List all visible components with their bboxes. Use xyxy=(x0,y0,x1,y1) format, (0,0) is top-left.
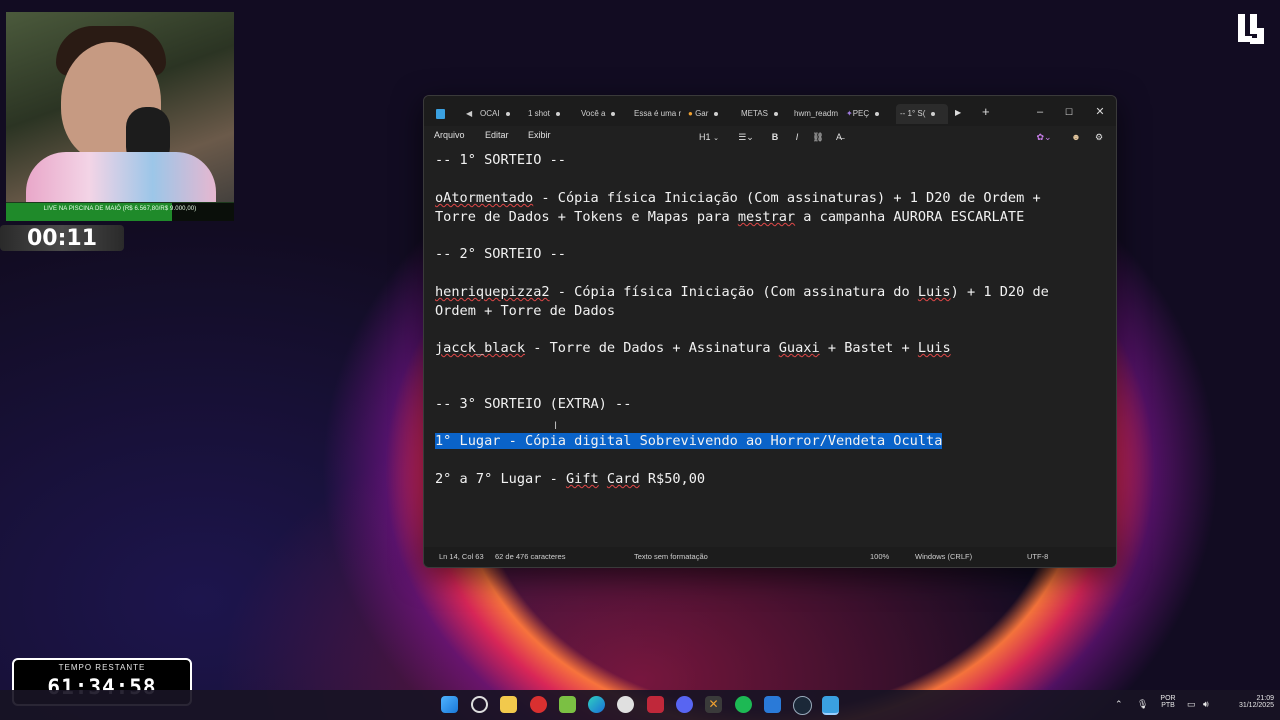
tab-1[interactable]: OCAI xyxy=(480,104,512,124)
tab-active[interactable]: -- 1° S( xyxy=(896,104,948,124)
stream-timer-value: 00:11 xyxy=(26,226,98,251)
discord-icon[interactable] xyxy=(676,696,693,713)
menu-arquivo[interactable]: Arquivo xyxy=(434,130,465,140)
chevron-up-icon[interactable]: ⌃ xyxy=(1115,699,1123,710)
tool-app-icon[interactable]: ✕ xyxy=(705,696,722,713)
heading-dropdown[interactable]: H1 ⌄ xyxy=(696,129,722,145)
microphone-icon[interactable]: 🎙︎ xyxy=(1137,699,1148,710)
list-dropdown-icon[interactable]: ☰⌄ xyxy=(734,129,758,145)
status-bar: Ln 14, Col 63 62 de 476 caracteres Texto… xyxy=(424,547,1116,567)
char-count: 62 de 476 caracteres xyxy=(495,552,566,561)
sync-icon[interactable] xyxy=(471,696,488,713)
taskbar: ✕ ⌃ 🎙︎ POR PTB ▭ 🔊︎ 21:09 31/12/2025 xyxy=(0,690,1280,720)
editor-line: -- 2° SORTEIO -- xyxy=(435,246,566,262)
notepad-taskbar-icon[interactable] xyxy=(822,696,839,715)
menu-bar: Arquivo Editar Exibir H1 ⌄ ☰⌄ B I ⛓ A̶ ✿… xyxy=(424,126,1116,148)
format-mode[interactable]: Texto sem formatação xyxy=(634,552,708,561)
editor-line: -- 3° SORTEIO (EXTRA) -- xyxy=(435,396,632,412)
settings-gear-icon[interactable]: ⚙ xyxy=(1092,129,1106,145)
encoding[interactable]: UTF-8 xyxy=(1027,552,1048,561)
new-tab-plus-icon[interactable]: + xyxy=(982,104,990,119)
steam-icon[interactable] xyxy=(793,696,812,715)
tab-scroll-right-icon[interactable]: ▶ xyxy=(955,108,961,117)
misspelled-word: mestrar xyxy=(737,209,796,225)
editor-line: -- 1° SORTEIO -- xyxy=(435,152,566,168)
tab-5[interactable]: ● Gar xyxy=(688,104,732,124)
cursor-position: Ln 14, Col 63 xyxy=(439,552,484,561)
text-editor[interactable]: -- 1° SORTEIO -- oAtormentado - Cópia fí… xyxy=(424,150,1116,547)
tab-modified-dot xyxy=(931,111,936,116)
volume-icon[interactable]: 🔊︎ xyxy=(1203,699,1209,710)
goal-text: LIVE NA PISCINA DE MAIÔ (R$ 6.567,80/R$ … xyxy=(43,206,197,212)
goal-progress-bar: LIVE NA PISCINA DE MAIÔ (R$ 6.567,80/R$ … xyxy=(6,202,234,221)
countdown-label: TEMPO RESTANTE xyxy=(58,663,146,672)
ghost-app-icon[interactable] xyxy=(617,696,634,713)
language-indicator[interactable]: POR PTB xyxy=(1157,695,1179,709)
tab-modified-dot xyxy=(505,111,510,116)
tab-modified-dot xyxy=(555,111,560,116)
misspelled-word: Gift xyxy=(565,471,599,487)
channel-logo-icon xyxy=(1238,14,1264,44)
network-icon[interactable]: ▭ xyxy=(1187,699,1196,710)
tab-2[interactable]: 1 shot xyxy=(528,104,574,124)
editor-line: Torre de Dados + Tokens e Mapas para mes… xyxy=(435,209,1025,225)
tab-3[interactable]: Você a xyxy=(581,104,621,124)
start-icon[interactable] xyxy=(441,696,458,713)
misspelled-word: Guaxi xyxy=(778,340,820,356)
red-app-icon[interactable] xyxy=(530,696,547,713)
edge-browser-icon[interactable] xyxy=(588,696,605,713)
bold-icon[interactable]: B xyxy=(768,129,782,145)
tab-4[interactable]: Essa é uma r xyxy=(634,104,686,124)
tab-modified-dot xyxy=(714,111,719,116)
minimize-icon[interactable]: – xyxy=(1030,102,1050,122)
misspelled-word: Card xyxy=(606,471,640,487)
profile-icon[interactable]: ☻ xyxy=(1069,129,1083,145)
clear-formatting-icon[interactable]: A̶ xyxy=(832,129,846,145)
file-explorer-icon[interactable] xyxy=(500,696,517,713)
meter-app-icon[interactable] xyxy=(647,696,664,713)
tab-globe-icon: ● xyxy=(688,109,693,118)
close-icon[interactable]: ✕ xyxy=(1090,102,1110,122)
tab-6[interactable]: METAS xyxy=(741,104,785,124)
webcam-overlay xyxy=(6,12,234,220)
stream-timer: 00:11 xyxy=(0,225,124,251)
spotify-icon[interactable] xyxy=(735,696,752,713)
tab-modified-dot xyxy=(773,111,778,116)
tab-modified-dot xyxy=(611,111,616,116)
editor-line: Ordem + Torre de Dados xyxy=(435,303,616,319)
tab-modified-dot xyxy=(875,111,880,116)
misspelled-word: Luis xyxy=(917,284,951,300)
text-cursor-icon: I xyxy=(554,420,558,432)
tab-scroll-left-icon[interactable]: ◀ xyxy=(466,109,472,118)
tab-puzzle-icon: ✦ xyxy=(846,109,853,118)
maximize-icon[interactable]: ☐ xyxy=(1059,102,1079,122)
zoom-level[interactable]: 100% xyxy=(870,552,889,561)
editor-line: jacck_black - Torre de Dados + Assinatur… xyxy=(435,340,951,356)
copilot-icon[interactable]: ✿⌄ xyxy=(1032,129,1056,145)
clock[interactable]: 21:09 31/12/2025 xyxy=(1222,695,1274,709)
link-icon[interactable]: ⛓ xyxy=(811,129,825,145)
selected-line: 1° Lugar - Cópia digital Sobrevivendo ao… xyxy=(435,433,943,449)
editor-line: 2° a 7° Lugar - Gift Card R$50,00 xyxy=(435,471,706,487)
misspelled-word: henriquepizza2 xyxy=(435,284,550,300)
italic-icon[interactable]: I xyxy=(790,129,804,145)
tab-7[interactable]: hwm_readm xyxy=(794,104,846,124)
photos-app-icon[interactable] xyxy=(764,696,781,713)
line-ending[interactable]: Windows (CRLF) xyxy=(915,552,972,561)
tab-8[interactable]: ✦PEÇ xyxy=(846,104,886,124)
chevron-down-icon: ⌄ xyxy=(713,135,719,142)
editor-line: oAtormentado - Cópia física Iniciação (C… xyxy=(435,190,1041,206)
misspelled-word: Luis xyxy=(917,340,951,356)
editor-line: henriquepizza2 - Cópia física Iniciação … xyxy=(435,284,1049,300)
menu-exibir[interactable]: Exibir xyxy=(528,130,551,140)
green-app-icon[interactable] xyxy=(559,696,576,713)
misspelled-word: jacck_black xyxy=(435,340,526,356)
menu-editar[interactable]: Editar xyxy=(485,130,509,140)
notepad-window: ◀ OCAI 1 shot Você a Essa é uma r ● Gar … xyxy=(423,95,1117,568)
notepad-app-icon xyxy=(436,109,445,119)
misspelled-word: oAtormentado xyxy=(435,190,534,206)
